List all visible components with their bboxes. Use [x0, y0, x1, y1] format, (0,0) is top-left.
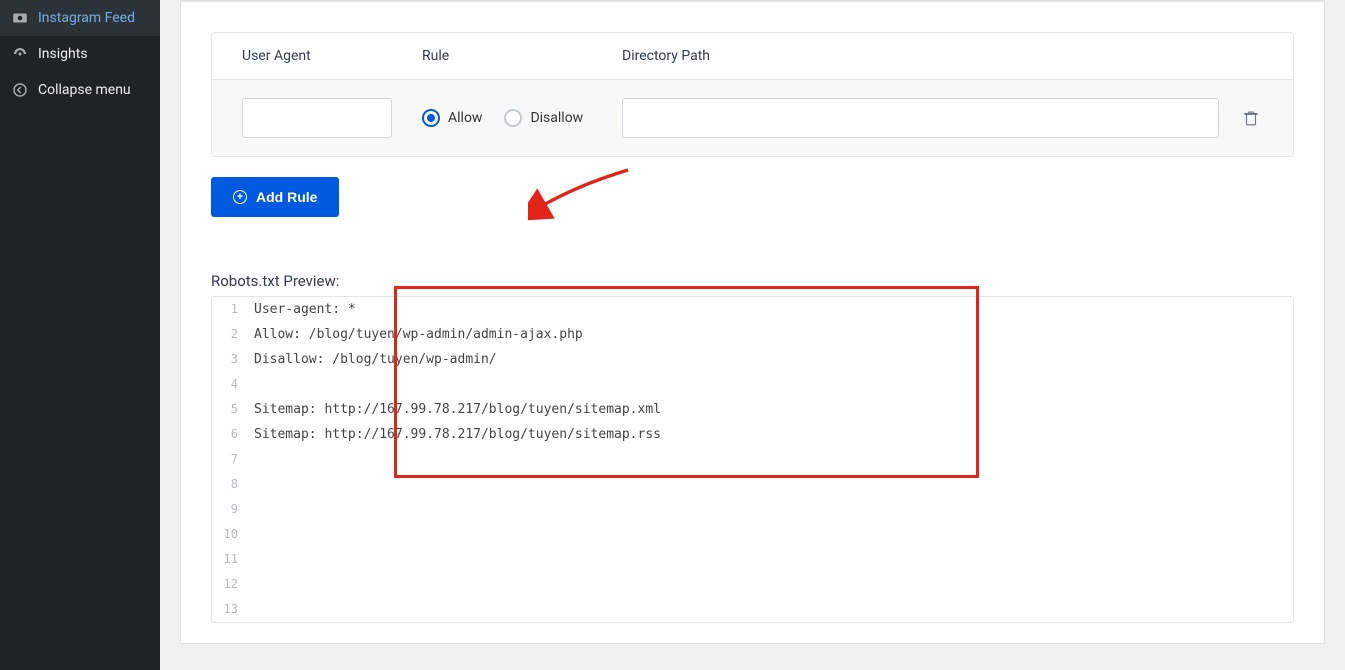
plus-circle-icon: +	[233, 190, 247, 204]
code-line: 6Sitemap: http://167.99.78.217/blog/tuye…	[212, 422, 1293, 447]
header-directory-path: Directory Path	[622, 48, 1263, 64]
line-number: 9	[212, 497, 246, 522]
main-content: User Agent Rule Directory Path Allow Dis…	[160, 0, 1345, 670]
header-rule: Rule	[422, 48, 622, 64]
rules-header-row: User Agent Rule Directory Path	[212, 33, 1293, 79]
code-line: 12	[212, 572, 1293, 597]
code-line: 3Disallow: /blog/tuyen/wp-admin/	[212, 347, 1293, 372]
code-line: 10	[212, 522, 1293, 547]
code-line: 8	[212, 472, 1293, 497]
line-text: Disallow: /blog/tuyen/wp-admin/	[246, 347, 1293, 372]
trash-icon	[1242, 109, 1260, 127]
collapse-icon	[10, 80, 30, 100]
code-line: 1User-agent: *	[212, 297, 1293, 322]
code-line: 4	[212, 372, 1293, 397]
robots-preview-editor[interactable]: 1User-agent: *2Allow: /blog/tuyen/wp-adm…	[211, 296, 1294, 623]
sidebar-item-instagram-feed[interactable]: Instagram Feed	[0, 0, 160, 36]
line-number: 3	[212, 347, 246, 372]
code-line: 9	[212, 497, 1293, 522]
rules-body-row: Allow Disallow	[212, 79, 1293, 156]
admin-sidebar: Instagram Feed Insights Collapse menu	[0, 0, 160, 670]
line-number: 12	[212, 572, 246, 597]
line-number: 4	[212, 372, 246, 397]
disallow-radio-option[interactable]: Disallow	[504, 109, 583, 127]
line-number: 11	[212, 547, 246, 572]
sidebar-item-label: Insights	[38, 46, 88, 62]
delete-rule-button[interactable]	[1239, 106, 1263, 130]
rule-radio-group: Allow Disallow	[422, 109, 622, 127]
line-text	[246, 597, 1293, 622]
code-line: 13	[212, 597, 1293, 622]
line-number: 8	[212, 472, 246, 497]
directory-path-input[interactable]	[622, 98, 1219, 138]
divider	[181, 1, 1324, 2]
sidebar-item-insights[interactable]: Insights	[0, 36, 160, 72]
allow-radio-option[interactable]: Allow	[422, 109, 482, 127]
sidebar-item-collapse-menu[interactable]: Collapse menu	[0, 72, 160, 108]
preview-heading: Robots.txt Preview:	[211, 272, 1294, 290]
sidebar-item-label: Collapse menu	[38, 82, 131, 98]
code-line: 5Sitemap: http://167.99.78.217/blog/tuye…	[212, 397, 1293, 422]
gauge-icon	[10, 44, 30, 64]
line-text: User-agent: *	[246, 297, 1293, 322]
code-line: 2Allow: /blog/tuyen/wp-admin/admin-ajax.…	[212, 322, 1293, 347]
line-text: Allow: /blog/tuyen/wp-admin/admin-ajax.p…	[246, 322, 1293, 347]
line-text	[246, 372, 1293, 397]
line-number: 2	[212, 322, 246, 347]
line-text	[246, 522, 1293, 547]
allow-label: Allow	[448, 110, 482, 126]
line-number: 13	[212, 597, 246, 622]
line-text	[246, 497, 1293, 522]
radio-icon	[422, 109, 440, 127]
disallow-label: Disallow	[530, 110, 583, 126]
add-rule-button[interactable]: + Add Rule	[211, 177, 339, 217]
rules-table: User Agent Rule Directory Path Allow Dis…	[211, 32, 1294, 157]
line-text	[246, 472, 1293, 497]
line-text: Sitemap: http://167.99.78.217/blog/tuyen…	[246, 422, 1293, 447]
sidebar-item-label: Instagram Feed	[38, 10, 135, 26]
instagram-icon	[10, 8, 30, 28]
line-number: 10	[212, 522, 246, 547]
code-line: 7	[212, 447, 1293, 472]
line-text	[246, 572, 1293, 597]
line-number: 1	[212, 297, 246, 322]
user-agent-input[interactable]	[242, 98, 392, 138]
line-text: Sitemap: http://167.99.78.217/blog/tuyen…	[246, 397, 1293, 422]
code-line: 11	[212, 547, 1293, 572]
line-number: 7	[212, 447, 246, 472]
header-user-agent: User Agent	[242, 48, 422, 64]
line-number: 6	[212, 422, 246, 447]
annotation-arrow	[528, 165, 638, 225]
robots-settings-card: User Agent Rule Directory Path Allow Dis…	[180, 0, 1325, 644]
line-number: 5	[212, 397, 246, 422]
radio-icon	[504, 109, 522, 127]
line-text	[246, 547, 1293, 572]
line-text	[246, 447, 1293, 472]
add-rule-label: Add Rule	[256, 189, 317, 205]
